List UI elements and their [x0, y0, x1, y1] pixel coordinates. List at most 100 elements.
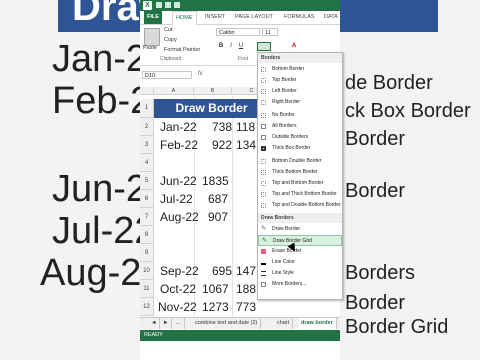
menu-item-line-style[interactable]: Line Style: [258, 268, 342, 279]
paste-icon[interactable]: [144, 28, 160, 46]
ribbon-tabs: FILE HOME INSERT PAGE LAYOUT FORMULAS DA…: [140, 11, 340, 26]
cell-value-c[interactable]: 118: [236, 120, 255, 134]
menu-item-more-borders[interactable]: More Borders...: [258, 279, 342, 290]
menu-item-top-and-bottom-border[interactable]: Top and Bottom Border: [258, 178, 342, 189]
tab-data[interactable]: DATA: [321, 11, 340, 24]
cell-month[interactable]: Jan-22: [160, 120, 197, 134]
cell-value-b[interactable]: 738: [212, 120, 232, 134]
sheet-title-cell[interactable]: Draw Border: [154, 99, 269, 118]
copy-button[interactable]: Copy: [164, 37, 177, 43]
cell-month[interactable]: Oct-22: [160, 282, 196, 296]
clipboard-group-label: Clipboard: [160, 56, 182, 62]
top-thick-bottom-border-icon: [261, 192, 266, 197]
undo-icon[interactable]: [165, 2, 171, 8]
cell-month[interactable]: Sep-22: [160, 264, 199, 278]
column-header[interactable]: B: [194, 87, 232, 95]
row-header[interactable]: 11: [140, 280, 154, 298]
row-header[interactable]: 5: [140, 172, 154, 190]
cell-value-b[interactable]: 922: [212, 138, 232, 152]
title-bar: X: [140, 0, 340, 11]
cell-value-b[interactable]: 1273: [202, 300, 229, 314]
tab-page-layout[interactable]: PAGE LAYOUT: [232, 11, 276, 24]
bg-label: Border Grid: [345, 316, 449, 338]
bottom-border-icon: [261, 67, 266, 72]
cell-value-b[interactable]: 1835: [202, 174, 229, 188]
menu-item-erase-border[interactable]: Erase Border: [258, 246, 342, 257]
name-box[interactable]: D10: [142, 71, 192, 79]
sheet-nav-prev[interactable]: ◄: [148, 318, 161, 329]
row-header[interactable]: 8: [140, 226, 154, 244]
gridline: [232, 95, 233, 320]
menu-item-outside-borders[interactable]: Outside Borders: [258, 132, 342, 143]
thick-bottom-border-icon: [261, 170, 266, 175]
sheet-nav-next[interactable]: ►: [160, 318, 173, 329]
menu-item-thick-box-border[interactable]: Thick Box Border: [258, 143, 342, 154]
select-all-corner[interactable]: [140, 87, 154, 95]
menu-item-left-border[interactable]: Left Border: [258, 86, 342, 97]
row-header[interactable]: 10: [140, 262, 154, 280]
row-header[interactable]: 4: [140, 154, 154, 172]
outside-borders-icon: [261, 135, 266, 140]
menu-item-draw-border[interactable]: ✎ Draw Border: [258, 224, 342, 235]
column-header[interactable]: A: [154, 87, 194, 95]
font-color-button[interactable]: A: [290, 42, 298, 50]
format-painter-button[interactable]: Format Painter: [164, 47, 200, 53]
menu-item-draw-border-grid[interactable]: ✎ Draw Border Grid: [258, 235, 342, 246]
cell-month[interactable]: Jul-22: [160, 192, 193, 206]
sheet-nav-more[interactable]: ...: [173, 318, 185, 329]
cell-value-c[interactable]: 134: [236, 138, 256, 152]
cell-value-b[interactable]: 687: [208, 192, 228, 206]
tab-home[interactable]: HOME: [172, 11, 197, 26]
bg-label: Border: [345, 128, 406, 150]
line-style-icon: [261, 271, 266, 276]
menu-item-all-borders[interactable]: All Borders: [258, 121, 342, 132]
row-header[interactable]: 7: [140, 208, 154, 226]
row-header[interactable]: 12: [140, 298, 154, 316]
underline-button[interactable]: U: [237, 42, 245, 50]
menu-item-right-border[interactable]: Right Border: [258, 97, 342, 108]
cell-value-c[interactable]: 188: [236, 282, 256, 296]
tab-file[interactable]: FILE: [144, 11, 162, 24]
menu-item-thick-bottom-border[interactable]: Thick Bottom Border: [258, 167, 342, 178]
cell-value-b[interactable]: 1067: [202, 282, 229, 296]
paste-label[interactable]: Paste: [143, 45, 157, 51]
font-size-box[interactable]: 11: [262, 28, 278, 36]
row-header[interactable]: 6: [140, 190, 154, 208]
cut-button[interactable]: Cut: [164, 27, 173, 33]
redo-icon[interactable]: [174, 2, 180, 8]
cell-value-c[interactable]: 773: [236, 300, 256, 314]
font-name-box[interactable]: Calibri: [216, 28, 260, 36]
top-double-bottom-border-icon: [261, 203, 266, 208]
tab-insert[interactable]: INSERT: [202, 11, 228, 24]
right-border-icon: [261, 100, 266, 105]
menu-item-no-border[interactable]: No Border: [258, 110, 342, 121]
cell-value-b[interactable]: 695: [212, 264, 232, 278]
cell-value-b[interactable]: 907: [208, 210, 228, 224]
sheet-tab-bar: ◄ ► ... combine text and date (2) chart …: [140, 317, 340, 329]
cell-month[interactable]: Nov-22: [158, 300, 197, 314]
cell-value-c[interactable]: 147: [236, 264, 256, 278]
save-icon[interactable]: [156, 2, 162, 8]
menu-item-bottom-border[interactable]: Bottom Border: [258, 64, 342, 75]
row-header[interactable]: 1: [140, 99, 154, 118]
tab-formulas[interactable]: FORMULAS: [281, 11, 318, 24]
sheet-tab[interactable]: combine text and date (2): [192, 318, 262, 329]
row-header[interactable]: 3: [140, 136, 154, 154]
menu-item-top-double-bottom-border[interactable]: Top and Double Bottom Border: [258, 200, 342, 211]
menu-item-top-border[interactable]: Top Border: [258, 75, 342, 86]
row-header[interactable]: 9: [140, 244, 154, 262]
menu-item-line-color[interactable]: Line Color: [258, 257, 342, 268]
cell-month[interactable]: Aug-22: [160, 210, 199, 224]
cell-month[interactable]: Feb-22: [160, 138, 198, 152]
borders-dropdown-button[interactable]: [257, 42, 271, 51]
sheet-tab[interactable]: chart: [274, 318, 294, 329]
sheet-tab-active[interactable]: draw border: [298, 318, 337, 329]
bold-button[interactable]: B: [217, 42, 225, 50]
bg-label: ck Box Border: [345, 100, 471, 122]
italic-button[interactable]: I: [227, 42, 235, 50]
menu-item-top-thick-bottom-border[interactable]: Top and Thick Bottom Border: [258, 189, 342, 200]
row-header[interactable]: 2: [140, 118, 154, 136]
menu-item-bottom-double-border[interactable]: Bottom Double Border: [258, 156, 342, 167]
cell-month[interactable]: Jun-22: [160, 174, 197, 188]
fx-label: fx: [198, 71, 203, 77]
